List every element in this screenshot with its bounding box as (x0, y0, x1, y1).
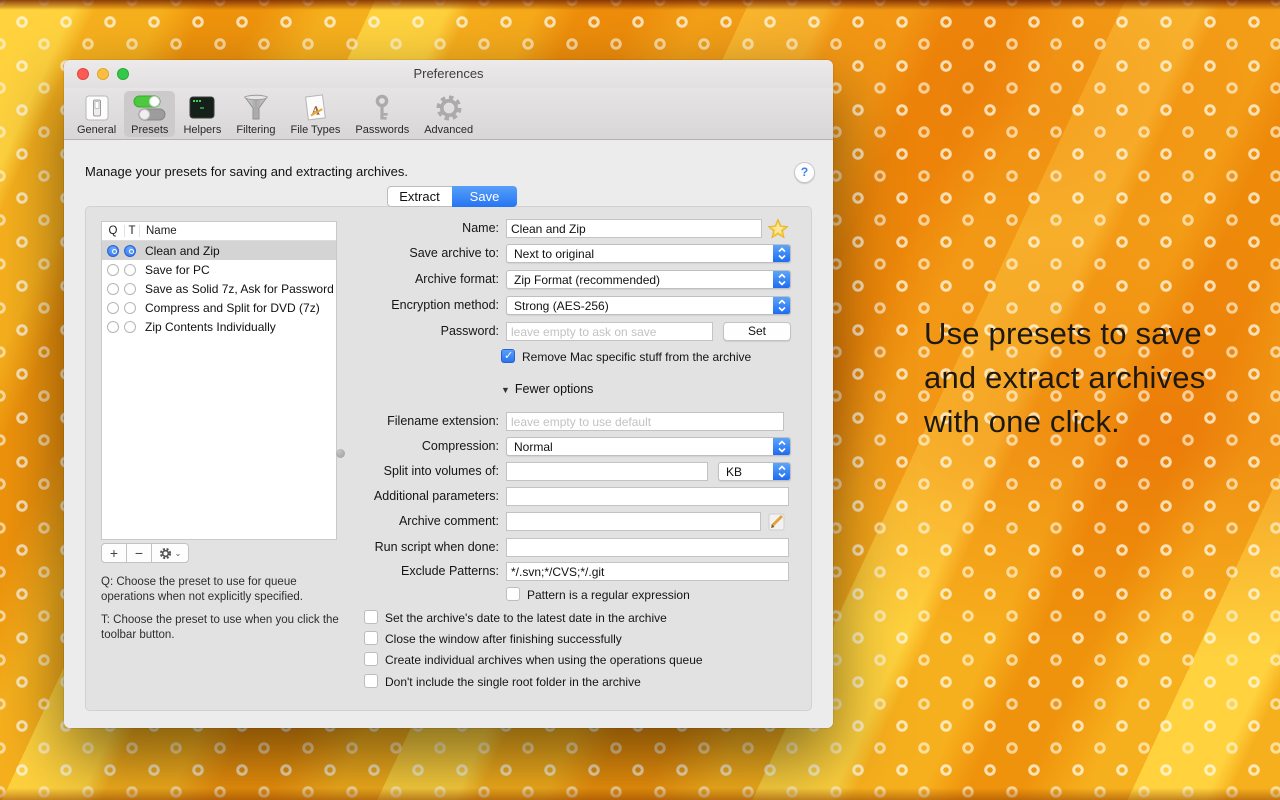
help-button[interactable]: ? (794, 162, 815, 183)
file-types-document-icon: A (301, 93, 329, 123)
window-title: Preferences (64, 66, 833, 81)
additional-parameters-input[interactable] (506, 487, 789, 506)
run-script-row: Run script when done: (86, 538, 811, 558)
single-root-folder-checkbox[interactable] (364, 674, 378, 688)
preferences-window: Preferences General Presets Helpers (64, 60, 833, 728)
popup-arrows-icon (773, 438, 790, 455)
filtering-funnel-icon (242, 93, 270, 123)
split-unit-popup[interactable]: KB (718, 462, 791, 481)
save-archive-to-popup[interactable]: Next to original (506, 244, 791, 263)
filename-extension-row: Filename extension: (86, 412, 811, 432)
marketing-tagline: Use presets to save and extract archives… (924, 312, 1224, 444)
fewer-options-disclosure[interactable]: ▼Fewer options (501, 382, 593, 396)
archive-comment-row: Archive comment: (86, 512, 811, 532)
passwords-key-icon (373, 93, 391, 123)
general-switch-icon (83, 93, 111, 123)
password-row: Password: Set (86, 322, 811, 342)
title-bar: Preferences (64, 60, 833, 88)
compression-popup[interactable]: Normal (506, 437, 791, 456)
tab-extract[interactable]: Extract (387, 186, 452, 207)
preferences-toolbar: General Presets Helpers Filtering (64, 88, 833, 140)
remove-mac-checkbox[interactable] (501, 349, 515, 363)
advanced-gear-icon (434, 93, 464, 123)
remove-mac-row: Remove Mac specific stuff from the archi… (86, 348, 811, 368)
popup-arrows-icon (773, 271, 790, 288)
tab-save[interactable]: Save (452, 186, 517, 207)
toolbar-item-presets[interactable]: Presets (124, 91, 175, 137)
popup-arrows-icon (773, 245, 790, 262)
presets-panel: Q T Name Clean and Zip Save for PC (85, 206, 812, 711)
toolbar-item-helpers[interactable]: Helpers (176, 91, 228, 137)
filename-extension-input[interactable] (506, 412, 784, 431)
run-script-input[interactable] (506, 538, 789, 557)
archive-comment-input[interactable] (506, 512, 761, 531)
toolbar-note: T: Choose the preset to use when you cli… (101, 613, 353, 643)
split-volumes-input[interactable] (506, 462, 708, 481)
edit-comment-pencil-icon[interactable] (767, 511, 788, 532)
preset-name-input[interactable] (506, 219, 762, 238)
toolbar-item-filtering[interactable]: Filtering (229, 91, 282, 137)
helpers-terminal-icon (188, 93, 216, 123)
preferences-content: Manage your presets for saving and extra… (64, 141, 833, 728)
split-volumes-row: Split into volumes of: KB (86, 462, 811, 482)
name-row: Name: (86, 219, 811, 239)
encryption-method-row: Encryption method: Strong (AES-256) (86, 296, 811, 316)
popup-arrows-icon (773, 297, 790, 314)
archive-date-checkbox[interactable] (364, 610, 378, 624)
disclosure-triangle-icon: ▼ (501, 385, 510, 395)
toolbar-item-advanced[interactable]: Advanced (417, 91, 480, 137)
exclude-patterns-row: Exclude Patterns: (86, 562, 811, 582)
compression-row: Compression: Normal (86, 437, 811, 457)
set-password-button[interactable]: Set (723, 322, 791, 341)
pattern-regex-row: Pattern is a regular expression (86, 586, 811, 606)
toolbar-item-general[interactable]: General (70, 91, 123, 137)
additional-parameters-row: Additional parameters: (86, 487, 811, 507)
desktop-background: Preferences General Presets Helpers (0, 0, 1280, 800)
exclude-patterns-input[interactable] (506, 562, 789, 581)
presets-toggles-icon (133, 93, 167, 123)
archive-format-row: Archive format: Zip Format (recommended) (86, 270, 811, 290)
popup-arrows-icon (773, 463, 790, 480)
encryption-method-popup[interactable]: Strong (AES-256) (506, 296, 791, 315)
intro-text: Manage your presets for saving and extra… (85, 164, 408, 179)
toolbar-item-passwords[interactable]: Passwords (348, 91, 416, 137)
pattern-regex-checkbox[interactable] (506, 587, 520, 601)
save-archive-to-row: Save archive to: Next to original (86, 244, 811, 264)
favorite-star-icon[interactable] (767, 218, 789, 240)
archive-format-popup[interactable]: Zip Format (recommended) (506, 270, 791, 289)
extract-save-tabs: Extract Save (387, 186, 517, 207)
close-window-checkbox[interactable] (364, 631, 378, 645)
toolbar-item-file-types[interactable]: A File Types (283, 91, 347, 137)
individual-archives-checkbox[interactable] (364, 652, 378, 666)
password-input[interactable] (506, 322, 713, 341)
